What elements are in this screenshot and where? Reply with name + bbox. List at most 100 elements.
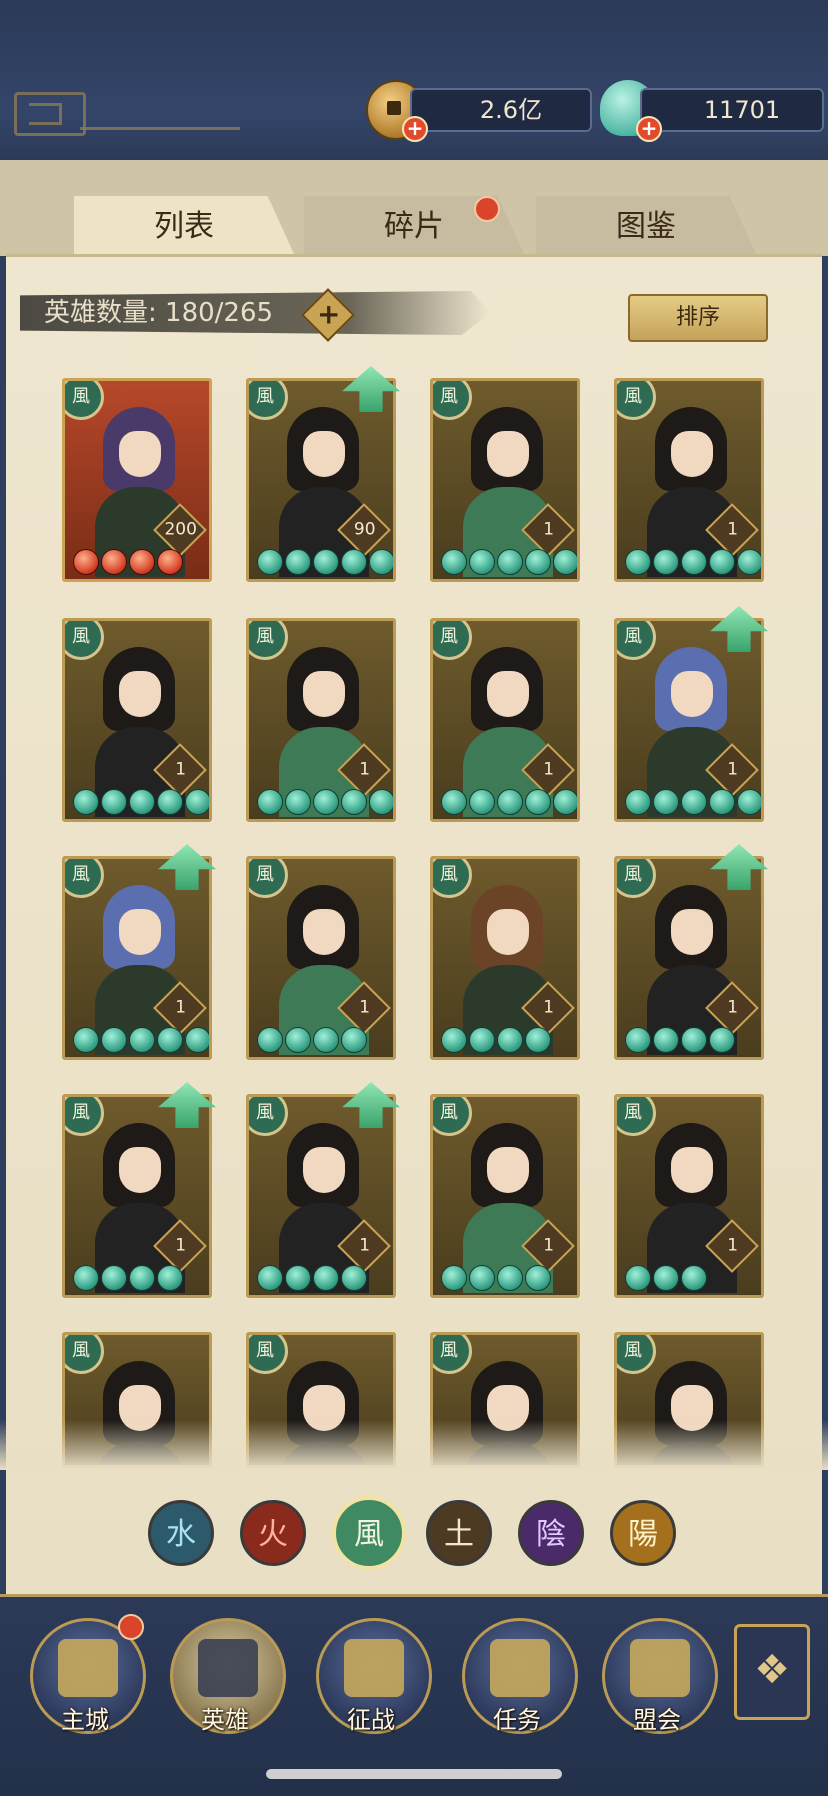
quest-icon xyxy=(490,1639,550,1697)
nav-hero-label: 英雄 xyxy=(201,1706,249,1734)
add-gold-button[interactable]: + xyxy=(402,116,428,142)
hero-level: 1 xyxy=(543,759,555,780)
hero-icon xyxy=(198,1639,258,1697)
star-icon xyxy=(341,1265,367,1291)
sort-button[interactable]: 排序 xyxy=(628,294,768,342)
star-icon xyxy=(681,789,707,815)
star-icon xyxy=(313,1265,339,1291)
hero-level: 1 xyxy=(727,519,739,540)
star-icon xyxy=(525,549,551,575)
hero-level: 1 xyxy=(175,759,187,780)
gold-currency-value: 2.6亿 xyxy=(410,88,592,132)
star-icon xyxy=(157,1265,183,1291)
star-icon xyxy=(681,549,707,575)
nav-quest-label: 任务 xyxy=(493,1706,541,1734)
hero-card[interactable]: 風1 xyxy=(246,856,396,1060)
divider xyxy=(80,127,240,130)
notice-dot xyxy=(474,196,500,222)
star-icon xyxy=(341,789,367,815)
star-icon xyxy=(157,789,183,815)
star-icon xyxy=(653,549,679,575)
filter-earth-button[interactable]: 土 xyxy=(426,1500,492,1566)
pattern-deco-icon xyxy=(14,92,86,136)
star-icon xyxy=(469,549,495,575)
hero-count-label: 英雄数量: 180/265 xyxy=(20,291,490,335)
star-icon xyxy=(73,1027,99,1053)
filter-yin-button[interactable]: 陰 xyxy=(518,1500,584,1566)
filter-yang-button[interactable]: 陽 xyxy=(610,1500,676,1566)
hero-stars xyxy=(73,789,209,815)
star-icon xyxy=(497,1265,523,1291)
add-jade-button[interactable]: + xyxy=(636,116,662,142)
hero-card[interactable]: 風1 xyxy=(430,1094,580,1298)
hero-stars xyxy=(257,1027,367,1053)
star-icon xyxy=(441,1027,467,1053)
hero-stars xyxy=(73,1265,183,1291)
hero-card[interactable]: 風1 xyxy=(246,618,396,822)
more-menu-button[interactable]: ❖ xyxy=(734,1624,810,1720)
star-icon xyxy=(101,1027,127,1053)
hero-stars xyxy=(441,1265,551,1291)
tab-atlas[interactable]: 图鉴 xyxy=(536,196,756,254)
star-icon xyxy=(185,789,209,815)
star-icon xyxy=(313,789,339,815)
star-icon xyxy=(625,789,651,815)
star-icon xyxy=(553,549,577,575)
star-icon xyxy=(341,1027,367,1053)
star-icon xyxy=(737,549,761,575)
campaign-icon xyxy=(344,1639,404,1697)
notice-dot xyxy=(118,1614,144,1640)
hero-level: 1 xyxy=(727,1235,739,1256)
star-icon xyxy=(497,1027,523,1053)
hero-card[interactable]: 風1 xyxy=(62,618,212,822)
filter-wind-button[interactable]: 風 xyxy=(332,1496,406,1570)
star-icon xyxy=(441,549,467,575)
star-icon xyxy=(157,549,183,575)
tab-list[interactable]: 列表 xyxy=(74,196,294,254)
nav-guild-label: 盟会 xyxy=(633,1706,681,1734)
star-icon xyxy=(129,549,155,575)
hero-stars xyxy=(625,549,761,575)
list-fade xyxy=(0,1420,828,1470)
hero-stars xyxy=(257,549,393,575)
star-icon xyxy=(285,789,311,815)
hero-stars xyxy=(441,549,577,575)
hero-card[interactable]: 風1 xyxy=(614,378,764,582)
star-icon xyxy=(709,549,735,575)
hero-card[interactable]: 風 200 xyxy=(62,378,212,582)
hero-level: 1 xyxy=(543,519,555,540)
star-icon xyxy=(101,549,127,575)
hero-card[interactable]: 風1 xyxy=(614,1094,764,1298)
star-icon xyxy=(525,1027,551,1053)
filter-water-button[interactable]: 水 xyxy=(148,1500,214,1566)
hero-stars xyxy=(625,789,761,815)
jade-currency-value: 11701 xyxy=(640,88,824,132)
hero-stars xyxy=(625,1265,707,1291)
star-icon xyxy=(285,1027,311,1053)
hero-stars xyxy=(257,1265,367,1291)
hero-level: 200 xyxy=(164,519,197,540)
star-icon xyxy=(469,1027,495,1053)
home-indicator xyxy=(266,1769,562,1779)
hero-stars xyxy=(73,549,183,575)
hero-card[interactable]: 風1 xyxy=(430,378,580,582)
star-icon xyxy=(257,1027,283,1053)
nav-main-city-label: 主城 xyxy=(61,1706,109,1734)
star-icon xyxy=(709,1027,735,1053)
hero-card[interactable]: 風1 xyxy=(430,618,580,822)
more-menu-icon: ❖ xyxy=(754,1647,790,1693)
guild-icon xyxy=(630,1639,690,1697)
hero-level: 1 xyxy=(175,997,187,1018)
star-icon xyxy=(101,1265,127,1291)
star-icon xyxy=(525,789,551,815)
star-icon xyxy=(525,1265,551,1291)
star-icon xyxy=(497,549,523,575)
star-icon xyxy=(625,1027,651,1053)
star-icon xyxy=(157,1027,183,1053)
hero-card[interactable]: 風1 xyxy=(430,856,580,1060)
star-icon xyxy=(73,789,99,815)
filter-fire-button[interactable]: 火 xyxy=(240,1500,306,1566)
hero-stars xyxy=(625,1027,735,1053)
star-icon xyxy=(341,549,367,575)
star-icon xyxy=(497,789,523,815)
